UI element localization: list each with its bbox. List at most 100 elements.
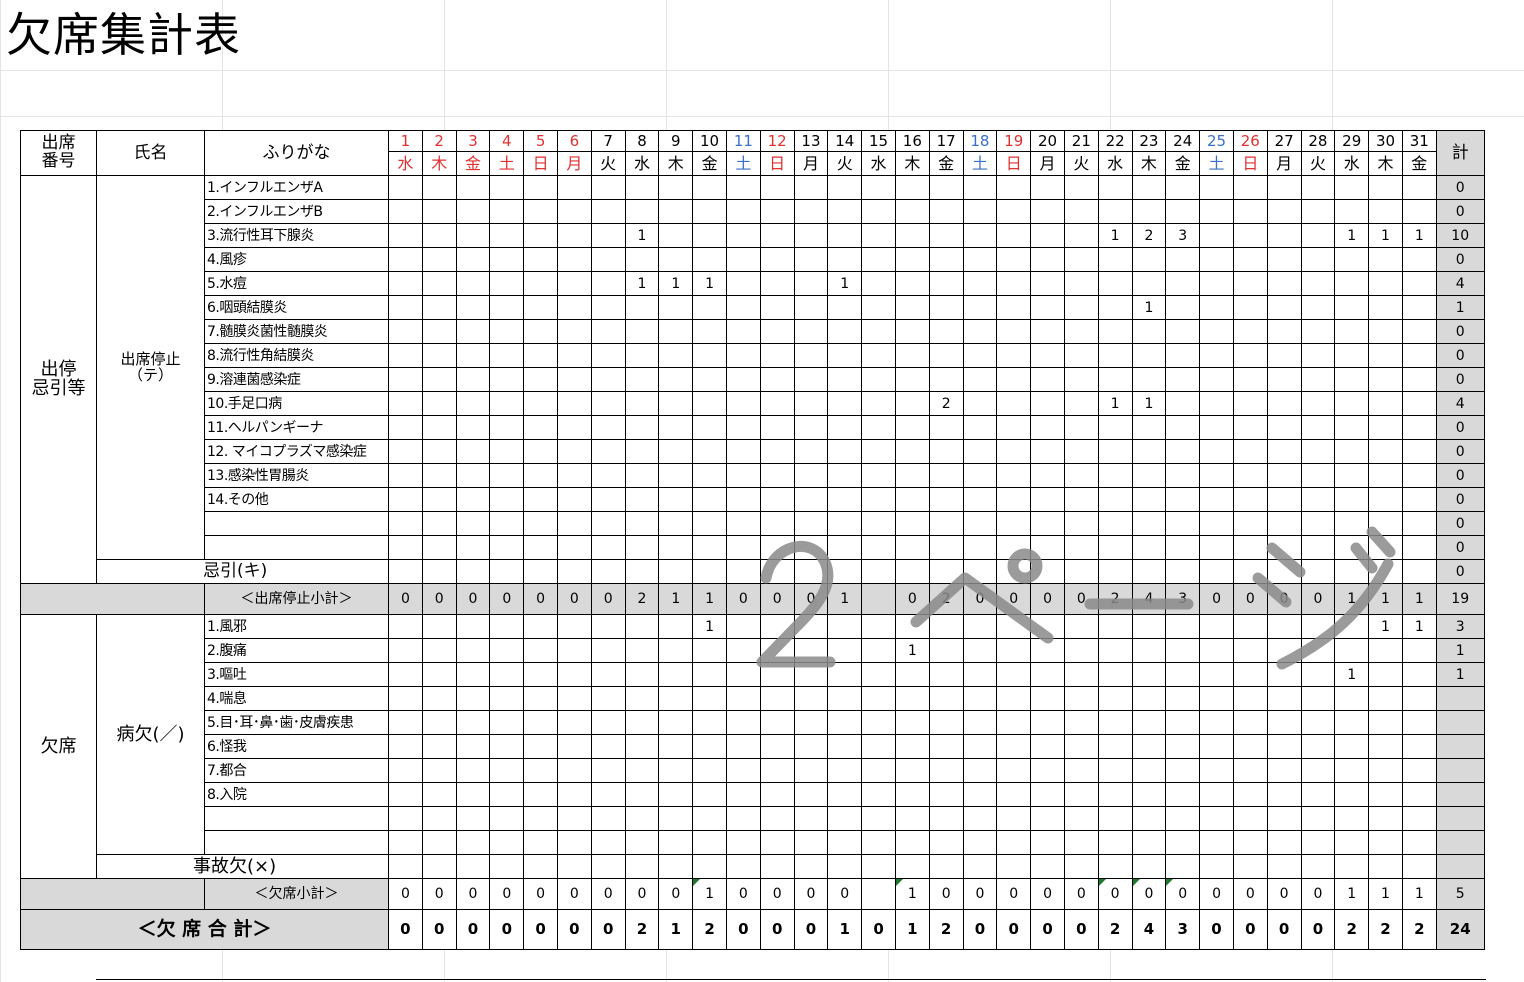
count-cell <box>725 854 761 879</box>
count-cell <box>725 662 761 687</box>
weekday-cell: 日 <box>1232 151 1268 176</box>
count-cell <box>421 614 457 639</box>
count-cell <box>421 367 457 392</box>
count-cell <box>590 463 626 488</box>
count-cell: 1 <box>624 271 660 296</box>
count-cell <box>1300 415 1336 440</box>
count-cell <box>759 223 795 248</box>
count-cell <box>455 686 491 711</box>
count-cell <box>1131 638 1167 663</box>
count-cell <box>1232 734 1268 759</box>
count-cell <box>996 343 1032 368</box>
count-cell <box>1063 247 1099 272</box>
count-cell <box>827 439 863 464</box>
count-cell <box>624 535 660 560</box>
subtotal-cell: 0 <box>556 583 592 615</box>
count-cell <box>624 439 660 464</box>
row-total-cell: 0 <box>1435 511 1485 536</box>
count-cell <box>793 710 829 735</box>
row-total-cell <box>1435 710 1485 735</box>
count-cell <box>793 463 829 488</box>
count-cell <box>1063 367 1099 392</box>
count-cell <box>1300 175 1336 200</box>
count-cell <box>1199 854 1234 879</box>
count-cell <box>624 175 660 200</box>
grand-total-cell: 0 <box>962 909 998 950</box>
count-cell <box>1030 710 1065 735</box>
count-cell <box>388 758 423 783</box>
count-cell <box>624 415 660 440</box>
count-cell <box>1131 614 1167 639</box>
weekday-cell: 木 <box>894 151 930 176</box>
count-cell <box>388 247 423 272</box>
count-cell <box>894 415 930 440</box>
count-cell <box>1368 686 1403 711</box>
count-cell <box>455 734 491 759</box>
count-cell <box>827 830 863 855</box>
subtotal-total-cell: 19 <box>1435 583 1485 615</box>
count-cell: 3 <box>1165 223 1201 248</box>
count-cell <box>1030 638 1065 663</box>
subtotal-total-cell: 5 <box>1435 878 1485 910</box>
count-cell <box>962 511 998 536</box>
count-cell <box>421 854 457 879</box>
count-cell <box>1165 175 1201 200</box>
count-cell <box>1030 391 1065 416</box>
count-cell <box>793 662 829 687</box>
weekday-cell: 月 <box>1266 151 1302 176</box>
count-cell <box>1266 367 1302 392</box>
count-cell <box>1063 463 1099 488</box>
count-cell <box>894 830 930 855</box>
count-cell <box>1063 734 1099 759</box>
count-cell <box>1063 271 1099 296</box>
count-cell <box>1030 806 1065 831</box>
count-cell <box>590 439 626 464</box>
count-cell <box>928 199 964 224</box>
count-cell <box>421 511 457 536</box>
count-cell <box>962 614 998 639</box>
count-cell <box>489 806 525 831</box>
count-cell <box>1401 247 1437 272</box>
count-cell <box>523 463 558 488</box>
subtotal-cell: 0 <box>489 878 525 910</box>
count-cell <box>725 535 761 560</box>
count-cell <box>827 391 863 416</box>
count-cell <box>1368 487 1403 512</box>
row-total-cell: 0 <box>1435 343 1485 368</box>
count-cell <box>861 854 896 879</box>
count-cell <box>1368 830 1403 855</box>
subtotal-cell: 1 <box>658 583 694 615</box>
count-cell <box>759 415 795 440</box>
row-total-cell <box>1435 686 1485 711</box>
count-cell <box>455 782 491 807</box>
count-cell <box>1401 463 1437 488</box>
count-cell <box>455 391 491 416</box>
count-cell <box>1232 535 1268 560</box>
count-cell <box>523 199 558 224</box>
count-cell <box>489 511 525 536</box>
count-cell <box>1266 511 1302 536</box>
row-total-cell: 0 <box>1435 463 1485 488</box>
count-cell <box>1131 343 1167 368</box>
count-cell <box>894 175 930 200</box>
count-cell <box>1368 638 1403 663</box>
count-cell <box>861 391 896 416</box>
subtotal-cell: 0 <box>759 583 795 615</box>
count-cell <box>1165 758 1201 783</box>
subtotal-cell: 0 <box>1097 878 1133 910</box>
count-cell <box>1232 758 1268 783</box>
count-cell <box>894 271 930 296</box>
count-cell <box>1266 710 1302 735</box>
count-cell <box>1300 614 1336 639</box>
count-cell <box>1266 614 1302 639</box>
count-cell <box>1199 830 1234 855</box>
count-cell <box>523 511 558 536</box>
count-cell <box>388 686 423 711</box>
count-cell <box>1131 559 1167 584</box>
grand-total-cell: 2 <box>1401 909 1437 950</box>
count-cell <box>1401 487 1437 512</box>
count-cell <box>793 559 829 584</box>
count-cell <box>455 271 491 296</box>
count-cell <box>962 343 998 368</box>
count-cell <box>928 662 964 687</box>
